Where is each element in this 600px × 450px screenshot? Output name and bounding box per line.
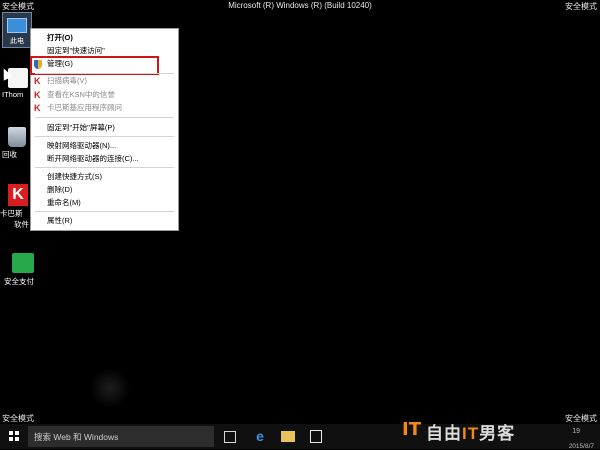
ithome-icon: [8, 68, 28, 88]
menu-item-disconnect-drive[interactable]: 断开网络驱动器的连接(C)...: [47, 153, 139, 165]
desktop-icon-label: 安全支付: [4, 277, 34, 286]
search-placeholder: 搜索 Web 和 Windows: [34, 432, 119, 442]
menu-item-kav-advisor[interactable]: 卡巴斯基应用程序顾问: [47, 102, 122, 114]
recycle-bin-icon: [8, 127, 26, 147]
menu-separator: [35, 167, 174, 168]
menu-item-rename[interactable]: 重命名(M): [47, 197, 81, 209]
menu-separator: [35, 117, 174, 118]
context-menu: 打开(O) 固定到"快速访问" 管理(G) K 扫描病毒(V) K 查看在KSN…: [30, 28, 179, 231]
desktop-icon-safe-pay[interactable]: 安全支付: [4, 253, 40, 287]
safe-pay-icon: [12, 253, 34, 273]
safe-mode-label-bottom-right: 安全模式: [565, 414, 597, 423]
store-icon[interactable]: [310, 430, 322, 443]
desktop-icon-label: 回收: [2, 150, 17, 159]
desktop-icon-this-pc[interactable]: 此电: [2, 12, 32, 48]
menu-item-pin-start[interactable]: 固定到"开始"屏幕(P): [47, 122, 115, 134]
desktop-icon-label: 此电: [10, 38, 24, 45]
menu-item-ksn-reputation[interactable]: 查看在KSN中的信誉: [47, 89, 115, 101]
watermark-logo: [90, 368, 130, 408]
desktop-icon-recycle-bin[interactable]: 回收: [2, 127, 32, 160]
task-view-icon[interactable]: [224, 431, 236, 443]
kaspersky-menu-icon: K: [34, 76, 41, 86]
safe-mode-label-bottom-left: 安全模式: [2, 414, 34, 423]
start-button[interactable]: [0, 424, 28, 449]
clock-time[interactable]: 19: [572, 428, 580, 435]
menu-item-create-shortcut[interactable]: 创建快捷方式(S): [47, 171, 102, 183]
desktop-icon-label: IThom: [2, 90, 24, 99]
kaspersky-menu-icon: K: [34, 90, 41, 100]
kaspersky-icon: K: [8, 184, 28, 206]
edge-browser-icon[interactable]: e: [253, 429, 267, 443]
watermark-text: 自由IT男客: [426, 424, 516, 443]
build-title: Microsoft (R) Windows (R) (Build 10240): [228, 1, 372, 10]
watermark-it: IT: [402, 419, 421, 440]
menu-item-map-drive[interactable]: 映射网络驱动器(N)...: [47, 140, 116, 152]
menu-separator: [35, 73, 174, 74]
menu-item-open[interactable]: 打开(O): [47, 32, 73, 44]
menu-item-properties[interactable]: 属性(R): [47, 215, 72, 227]
menu-separator: [35, 136, 174, 137]
kaspersky-menu-icon: K: [34, 103, 41, 113]
file-explorer-icon[interactable]: [281, 431, 295, 442]
search-box[interactable]: 搜索 Web 和 Windows: [28, 426, 214, 447]
computer-icon: [7, 18, 27, 33]
menu-item-scan-virus[interactable]: 扫描病毒(V): [47, 75, 87, 87]
windows-logo-icon: [9, 431, 19, 441]
menu-item-delete[interactable]: 删除(D): [47, 184, 72, 196]
menu-separator: [35, 211, 174, 212]
